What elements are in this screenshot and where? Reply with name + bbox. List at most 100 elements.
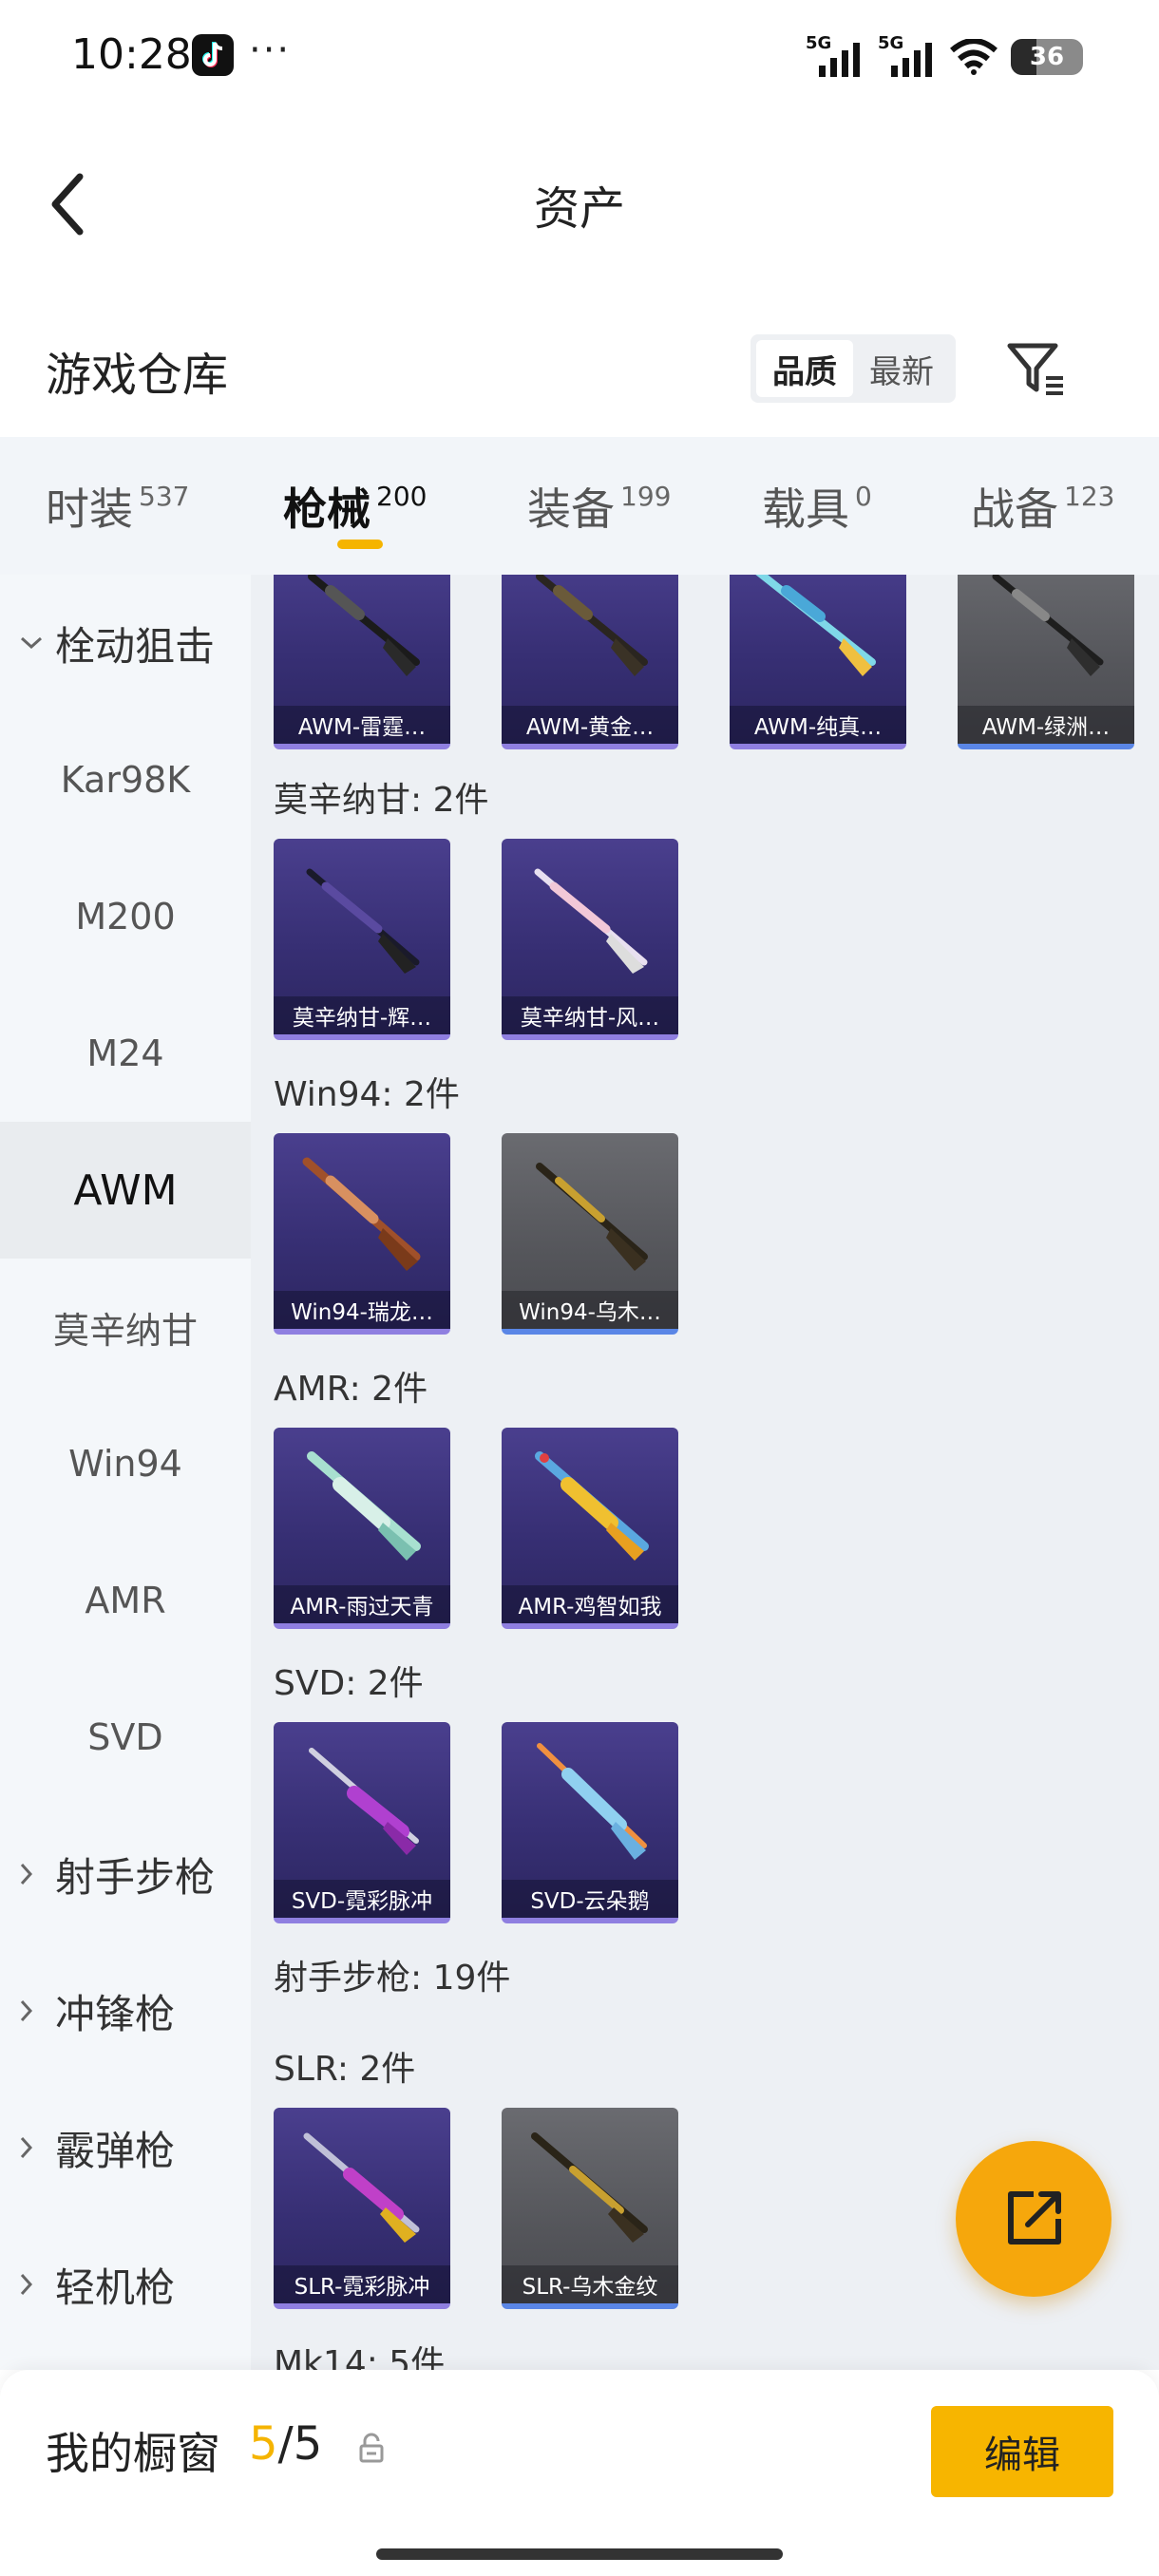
section-label: SLR: 2件 [274, 2050, 416, 2089]
page-title: 资产 [533, 182, 625, 236]
rifle-icon [308, 575, 420, 676]
sub-nav-group-dmr[interactable]: 射手步枪 [0, 1806, 251, 1942]
weapon-card[interactable]: AWM-黄金… [502, 575, 678, 749]
sub-nav-item[interactable]: M200 [0, 848, 251, 985]
weapon-card[interactable]: AMR-雨过天青 [274, 1428, 450, 1629]
home-indicator [376, 2548, 783, 2560]
section-label: SVD: 2件 [274, 1664, 424, 1703]
weapon-card[interactable]: SLR-乌木金纹 [502, 2108, 678, 2309]
sub-nav-group-label: 射手步枪 [55, 1853, 216, 1901]
battery-icon: 36 [1011, 39, 1083, 75]
tab-vehicles[interactable]: 载具 0 [762, 437, 872, 575]
sub-nav-group-lmg[interactable]: 轻机枪 [0, 2216, 251, 2353]
sub-nav-group-label: 霰弹枪 [55, 2127, 176, 2174]
tab-tactical[interactable]: 战备 123 [971, 437, 1114, 575]
filter-button[interactable] [1002, 334, 1071, 403]
weapon-card-label: AWM-黄金… [502, 706, 678, 744]
rifle-icon [306, 868, 420, 974]
edit-button[interactable]: 编辑 [931, 2406, 1113, 2497]
sub-nav-group-shotgun[interactable]: 霰弹枪 [0, 2079, 251, 2216]
tab-label: 枪械 [283, 483, 370, 535]
weapon-card[interactable]: SVD-霓彩脉冲 [274, 1722, 450, 1923]
weapon-card[interactable]: AWM-雷霆… [274, 575, 450, 749]
chevron-right-icon [19, 1998, 46, 2023]
weapon-card[interactable]: 莫辛纳甘-风… [502, 839, 678, 1040]
sub-nav-item[interactable]: SVD [0, 1669, 251, 1806]
tab-label: 时装 [46, 483, 133, 535]
weapon-card[interactable]: SVD-云朵鹅 [502, 1722, 678, 1923]
weapon-card[interactable]: Win94-乌木… [502, 1133, 678, 1335]
weapon-card-label: 莫辛纳甘-辉… [274, 996, 450, 1034]
rifle-icon [535, 1451, 649, 1561]
sub-nav-group-label: 冲锋枪 [55, 1990, 176, 2037]
rifle-icon [537, 1743, 647, 1860]
weapon-grid: AWM-雷霆… AWM-黄金… AWM-纯真… AWM-绿洲… 莫辛纳甘: 2件… [251, 575, 1159, 2370]
weapon-card[interactable]: AWM-绿洲… [958, 575, 1134, 749]
weapon-card-label: AWM-纯真… [730, 706, 906, 744]
sub-nav-item[interactable]: Win94 [0, 1395, 251, 1532]
showcase-label: 我的橱窗 [46, 2428, 220, 2479]
signal-icon: 5G [878, 33, 937, 81]
sub-nav-item[interactable]: M24 [0, 985, 251, 1122]
lock-icon [359, 2433, 384, 2463]
rifle-icon [309, 1748, 419, 1855]
sub-nav-item-selected[interactable]: AWM [0, 1122, 251, 1259]
tab-count: 0 [855, 481, 872, 512]
tab-count: 200 [376, 481, 428, 512]
weapon-card-label: 莫辛纳甘-风… [502, 996, 678, 1034]
sort-quality-option[interactable]: 品质 [756, 340, 853, 397]
battery-level: 36 [1029, 43, 1065, 71]
warehouse-title: 游戏仓库 [46, 349, 229, 402]
chevron-down-icon [19, 635, 46, 651]
weapon-type-nav: 栓动狙击 Kar98K M200 M24 AWM 莫辛纳甘 Win94 AMR … [0, 575, 251, 2370]
tab-equipment[interactable]: 装备 199 [527, 437, 671, 575]
sub-nav-group-smg[interactable]: 冲锋枪 [0, 1942, 251, 2079]
weapon-card-label: AWM-雷霆… [274, 706, 450, 744]
sub-nav-item[interactable]: 莫辛纳甘 [0, 1259, 251, 1395]
section-label: AMR: 2件 [274, 1370, 428, 1409]
weapon-card[interactable]: 莫辛纳甘-辉… [274, 839, 450, 1040]
rifle-icon [534, 868, 648, 974]
weapon-card[interactable]: AWM-纯真… [730, 575, 906, 749]
showcase-count-separator: / [277, 2417, 294, 2471]
wifi-icon [950, 39, 998, 75]
status-bar: 10:28 ··· 5G 5G 36 [0, 0, 1159, 114]
rifle-icon [531, 2132, 648, 2243]
rifle-icon [303, 2132, 420, 2243]
chevron-right-icon [19, 2272, 46, 2297]
showcase-count: 5/5 [249, 2417, 322, 2471]
weapon-card-label: AWM-绿洲… [958, 706, 1134, 744]
filter-icon [1007, 343, 1063, 395]
rifle-icon [307, 1451, 421, 1561]
share-icon [1008, 2191, 1061, 2245]
tiktok-icon [192, 34, 234, 76]
tab-outfits[interactable]: 时装 537 [46, 437, 189, 575]
sub-nav-item[interactable]: AMR [0, 1532, 251, 1669]
chevron-right-icon [19, 2135, 46, 2160]
rifle-icon [302, 1157, 421, 1271]
chevron-right-icon [19, 1862, 46, 1886]
sort-newest-option[interactable]: 最新 [853, 340, 950, 397]
sub-nav-group-bolt[interactable]: 栓动狙击 [0, 575, 251, 711]
section-heading: 射手步枪: 19件 [274, 1959, 511, 1998]
section-label: 莫辛纳甘: 2件 [274, 781, 489, 820]
tab-label: 装备 [527, 483, 615, 535]
weapon-card[interactable]: AMR-鸡智如我 [502, 1428, 678, 1629]
weapon-card-label: SLR-乌木金纹 [502, 2265, 678, 2303]
tab-label: 战备 [971, 483, 1058, 535]
sub-nav-item[interactable]: Kar98K [0, 711, 251, 848]
more-notifications-icon: ··· [249, 28, 292, 72]
weapon-card-label: SVD-云朵鹅 [502, 1880, 678, 1918]
weapon-card[interactable]: SLR-霓彩脉冲 [274, 2108, 450, 2309]
weapon-card-label: SLR-霓彩脉冲 [274, 2265, 450, 2303]
tab-firearms[interactable]: 枪械 200 [283, 437, 427, 575]
share-floating-button[interactable] [956, 2141, 1112, 2297]
active-tab-indicator [337, 540, 383, 549]
rifle-icon [536, 575, 648, 676]
weapon-card-label: Win94-瑞龙… [274, 1291, 450, 1329]
category-tabs: 时装 537 枪械 200 装备 199 载具 0 战备 123 [0, 437, 1159, 575]
weapon-card[interactable]: Win94-瑞龙… [274, 1133, 450, 1335]
signal-icon: 5G [806, 33, 864, 81]
sort-toggle: 品质 最新 [750, 334, 956, 403]
weapon-card-label: SVD-霓彩脉冲 [274, 1880, 450, 1918]
